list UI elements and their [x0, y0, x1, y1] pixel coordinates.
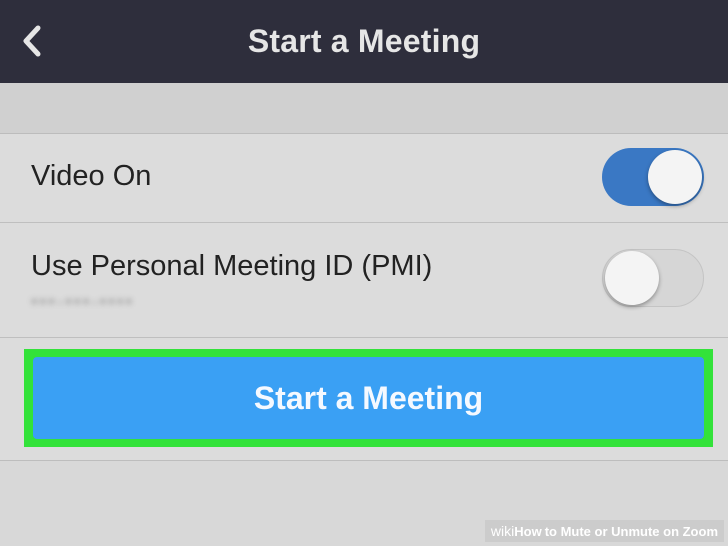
- pmi-value-blurred: •••-•••-••••: [31, 292, 135, 313]
- section-spacer: [0, 83, 728, 134]
- watermark-wiki: wiki: [490, 523, 515, 539]
- page-title: Start a Meeting: [247, 23, 481, 59]
- pmi-label: Use Personal Meeting ID (PMI): [31, 250, 433, 282]
- watermark: wiki How to Mute or Unmute on Zoom: [484, 520, 724, 542]
- toggle-knob: [648, 150, 702, 204]
- video-on-toggle[interactable]: [602, 148, 704, 206]
- watermark-how: How: [514, 523, 542, 539]
- row-divider: [0, 337, 728, 338]
- app-header: Start a Meeting: [0, 0, 728, 83]
- start-meeting-button[interactable]: Start a Meeting: [33, 357, 704, 439]
- toggle-knob: [605, 251, 659, 305]
- pmi-toggle[interactable]: [602, 249, 704, 307]
- video-on-label: Video On: [31, 160, 152, 192]
- setting-row-pmi: Use Personal Meeting ID (PMI) •••-•••-••…: [0, 223, 728, 337]
- setting-row-video: Video On: [0, 134, 728, 222]
- watermark-title: to Mute or Unmute on Zoom: [544, 523, 718, 539]
